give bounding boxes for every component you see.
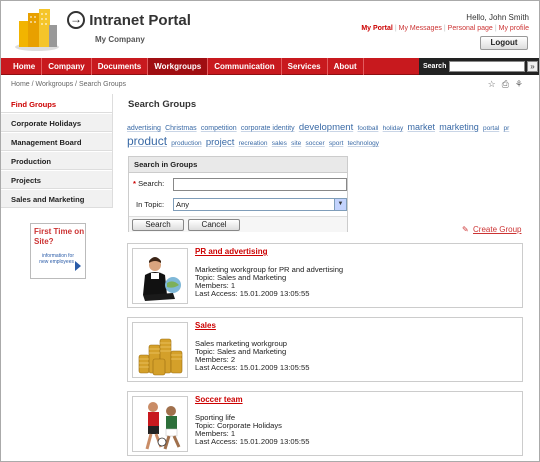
create-group-link[interactable]: ✎ Create Group [462, 225, 521, 234]
sidebar: Find Groups Corporate Holidays Managemen… [1, 94, 113, 208]
nav-communication[interactable]: Communication [208, 58, 282, 75]
page-tools: ☆⎙⚘ [488, 79, 529, 90]
promo-title: First Time on Site? [34, 227, 85, 246]
my-portal-link[interactable]: My Portal [361, 25, 393, 32]
sidebar-item-corporate-holidays[interactable]: Corporate Holidays [1, 113, 112, 132]
tag-link[interactable]: soccer [306, 140, 325, 147]
tag-link[interactable]: portal [483, 125, 499, 132]
tag-link[interactable]: sales [272, 140, 287, 147]
tag-link[interactable]: site [291, 140, 301, 147]
businesswoman-photo-icon [143, 257, 181, 301]
form-buttons: Search Cancel [129, 216, 347, 232]
sidebar-item-projects[interactable]: Projects [1, 170, 112, 189]
nav-workgroups[interactable]: Workgroups [148, 58, 209, 75]
page: → Intranet Portal My Company Hello, John… [0, 0, 540, 462]
tag-link[interactable]: Christmas [165, 125, 197, 132]
my-messages-link[interactable]: My Messages [399, 25, 442, 32]
nav-company[interactable]: Company [42, 58, 92, 75]
search-form-heading: Search in Groups [129, 157, 347, 173]
group-title-link[interactable]: Soccer team [195, 395, 243, 404]
group-last-access: Last Access: 15.01.2009 13:05:55 [195, 363, 310, 372]
group-card: Sales Sales marketing workgroup Topic: S… [127, 317, 523, 382]
nav-services[interactable]: Services [282, 58, 328, 75]
sidebar-item-management-board[interactable]: Management Board [1, 132, 112, 151]
tag-link[interactable]: marketing [439, 122, 479, 132]
arrow-right-icon [75, 261, 81, 271]
group-thumbnail[interactable] [132, 396, 188, 452]
page-title: Search Groups [128, 99, 197, 110]
create-group-label: Create Group [473, 225, 522, 234]
group-thumbnail[interactable] [132, 322, 188, 378]
search-form: Search in Groups * Search: In Topic: Any… [128, 156, 348, 232]
company-name: My Company [95, 35, 145, 44]
group-title-link[interactable]: PR and advertising [195, 247, 267, 256]
tag-link[interactable]: football [357, 125, 378, 132]
logout-button[interactable]: Logout [480, 36, 528, 50]
arrow-circle-icon: → [67, 11, 85, 29]
header: → Intranet Portal My Company Hello, John… [1, 1, 539, 57]
coin-stacks-photo-icon [138, 338, 183, 376]
nav-documents[interactable]: Documents [92, 58, 149, 75]
main-nav: Home Company Documents Workgroups Commun… [1, 58, 539, 75]
tag-link[interactable]: development [299, 122, 353, 133]
search-input[interactable] [173, 178, 347, 191]
group-card: Soccer team Sporting life Topic: Corpora… [127, 391, 523, 456]
create-group-icon: ✎ [462, 225, 469, 234]
chevron-down-icon[interactable]: ▼ [334, 199, 346, 210]
sitemap-icon[interactable]: ⚘ [515, 79, 529, 89]
tag-link[interactable]: competition [201, 125, 237, 132]
search-field-label-text: Search: [138, 179, 165, 188]
required-marker: * [133, 179, 136, 188]
group-title-link[interactable]: Sales [195, 321, 216, 330]
search-field-label: * Search: [133, 179, 164, 188]
tag-link[interactable]: pr [504, 125, 510, 132]
sidebar-item-production[interactable]: Production [1, 151, 112, 170]
group-card: PR and advertising Marketing workgroup f… [127, 243, 523, 308]
bookmark-star-icon[interactable]: ☆ [488, 79, 502, 89]
tag-link[interactable]: technology [348, 140, 379, 147]
personal-page-link[interactable]: Personal page [448, 25, 493, 32]
link-separator: | [443, 25, 446, 32]
sidebar-item-sales-and-marketing[interactable]: Sales and Marketing [1, 189, 112, 208]
sidebar-item-find-groups[interactable]: Find Groups [1, 94, 112, 113]
promo-subtitle: information for new employees [39, 253, 74, 265]
tag-link[interactable]: advertising [127, 125, 161, 132]
tag-link[interactable]: corporate identity [241, 125, 295, 132]
tag-link[interactable]: project [206, 137, 235, 148]
tag-link[interactable]: holiday [383, 125, 404, 132]
group-last-access: Last Access: 15.01.2009 13:05:55 [195, 289, 310, 298]
group-last-access: Last Access: 15.01.2009 13:05:55 [195, 437, 310, 446]
building-logo-icon [15, 9, 59, 51]
topic-label: In Topic: [136, 200, 165, 209]
app-title: Intranet Portal [89, 11, 191, 29]
nav-about[interactable]: About [328, 58, 364, 75]
tag-link[interactable]: product [127, 134, 167, 148]
print-icon[interactable]: ⎙ [502, 79, 515, 89]
link-separator: | [394, 25, 397, 32]
brand[interactable]: → Intranet Portal [67, 11, 191, 29]
topic-select[interactable]: Any ▼ [173, 198, 347, 211]
nav-search-go-button[interactable]: » [527, 61, 538, 72]
first-time-promo[interactable]: First Time on Site? information for new … [30, 223, 86, 279]
topic-select-value: Any [176, 200, 190, 209]
link-separator: | [494, 25, 497, 32]
nav-search-input[interactable] [449, 61, 525, 72]
nav-search: Search » [419, 58, 539, 75]
nav-home[interactable]: Home [1, 58, 43, 75]
user-greeting: Hello, John Smith [466, 13, 529, 22]
tag-link[interactable]: market [408, 122, 436, 132]
soccer-players-photo-icon [145, 402, 181, 450]
tag-link[interactable]: sport [329, 140, 343, 147]
breadcrumb: Home / Workgroups / Search Groups [11, 81, 127, 88]
user-links: My Portal | My Messages | Personal page | My p… [361, 25, 529, 32]
tag-cloud: advertising Christmas competition corpor… [127, 121, 527, 150]
nav-search-label: Search [423, 63, 447, 70]
my-profile-link[interactable]: My profile [499, 25, 529, 32]
cancel-button[interactable]: Cancel [188, 219, 240, 231]
tag-link[interactable]: production [171, 140, 201, 147]
group-thumbnail[interactable] [132, 248, 188, 304]
tag-link[interactable]: recreation [239, 140, 268, 147]
search-button[interactable]: Search [132, 219, 184, 231]
